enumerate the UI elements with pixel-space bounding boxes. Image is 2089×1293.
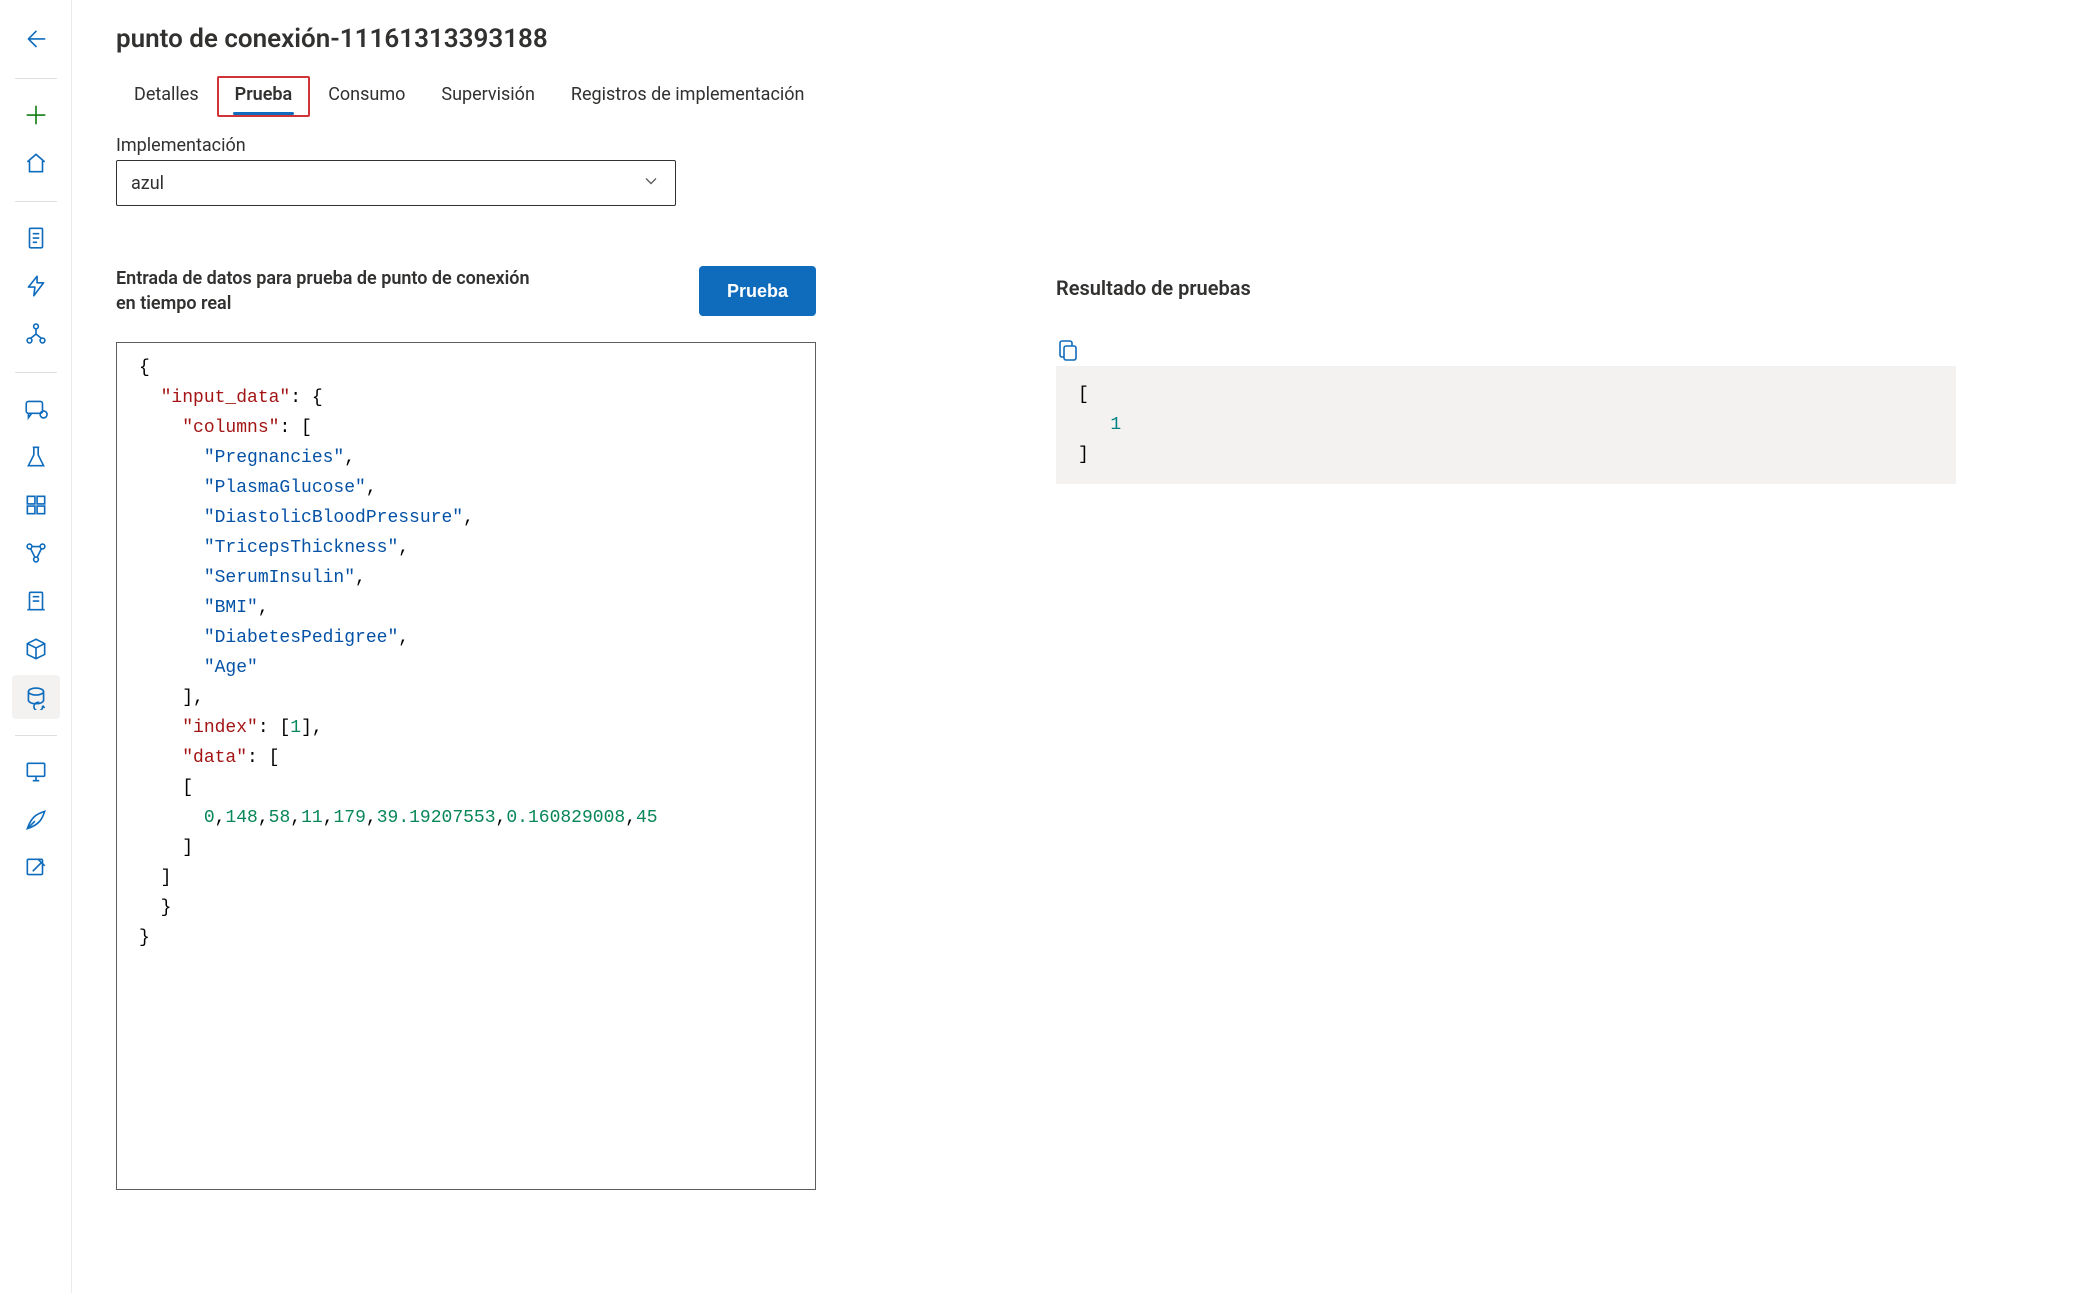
tab-consumo[interactable]: Consumo bbox=[310, 76, 423, 117]
deployment-selected-value: azul bbox=[131, 173, 164, 194]
grid-icon[interactable] bbox=[12, 483, 60, 527]
tab-label: Supervisión bbox=[441, 84, 535, 105]
deployment-select[interactable]: azul bbox=[116, 160, 676, 206]
chevron-down-icon bbox=[641, 171, 661, 196]
tab-bar: Detalles Prueba Consumo Supervisión Registro… bbox=[116, 76, 2045, 117]
deployment-label: Implementación bbox=[116, 135, 2045, 156]
endpoint-icon[interactable] bbox=[12, 675, 60, 719]
test-input-section: Entrada de datos para prueba de punto de… bbox=[116, 266, 816, 1190]
back-icon[interactable] bbox=[12, 18, 60, 62]
cube-icon[interactable] bbox=[12, 627, 60, 671]
main-content: punto de conexión-11161313393188 Detalle… bbox=[72, 0, 2089, 1293]
lab-icon[interactable] bbox=[12, 435, 60, 479]
chat-icon[interactable] bbox=[12, 387, 60, 431]
bolt-icon[interactable] bbox=[12, 264, 60, 308]
tree-icon[interactable] bbox=[12, 312, 60, 356]
test-button[interactable]: Prueba bbox=[699, 266, 816, 316]
test-result-title: Resultado de pruebas bbox=[1056, 276, 1956, 300]
test-input-json-editor[interactable]: { "input_data": { "columns": [ "Pregnanc… bbox=[116, 342, 816, 1190]
home-icon[interactable] bbox=[12, 141, 60, 185]
test-result-output: [ 1 ] bbox=[1056, 366, 1956, 484]
tab-detalles[interactable]: Detalles bbox=[116, 76, 217, 117]
tab-label: Prueba bbox=[235, 84, 293, 105]
test-input-title: Entrada de datos para prueba de punto de… bbox=[116, 266, 536, 316]
add-icon[interactable] bbox=[12, 93, 60, 137]
doc-icon[interactable] bbox=[12, 216, 60, 260]
tab-label: Registros de implementación bbox=[571, 84, 805, 105]
pen-icon[interactable] bbox=[12, 798, 60, 842]
test-result-section: Resultado de pruebas [ 1 ] bbox=[1056, 266, 1956, 1190]
compose-icon[interactable] bbox=[12, 846, 60, 890]
monitor-icon[interactable] bbox=[12, 750, 60, 794]
copy-icon[interactable] bbox=[1056, 338, 1956, 366]
tab-registros-de-implementaci-n[interactable]: Registros de implementación bbox=[553, 76, 823, 117]
tab-label: Consumo bbox=[328, 84, 405, 105]
tab-prueba[interactable]: Prueba bbox=[217, 76, 311, 117]
tab-supervisi-n[interactable]: Supervisión bbox=[423, 76, 553, 117]
page-title: punto de conexión-11161313393188 bbox=[116, 24, 2045, 54]
server-icon[interactable] bbox=[12, 579, 60, 623]
pipeline-icon[interactable] bbox=[12, 531, 60, 575]
left-nav-rail bbox=[0, 0, 72, 1293]
tab-label: Detalles bbox=[134, 84, 199, 105]
